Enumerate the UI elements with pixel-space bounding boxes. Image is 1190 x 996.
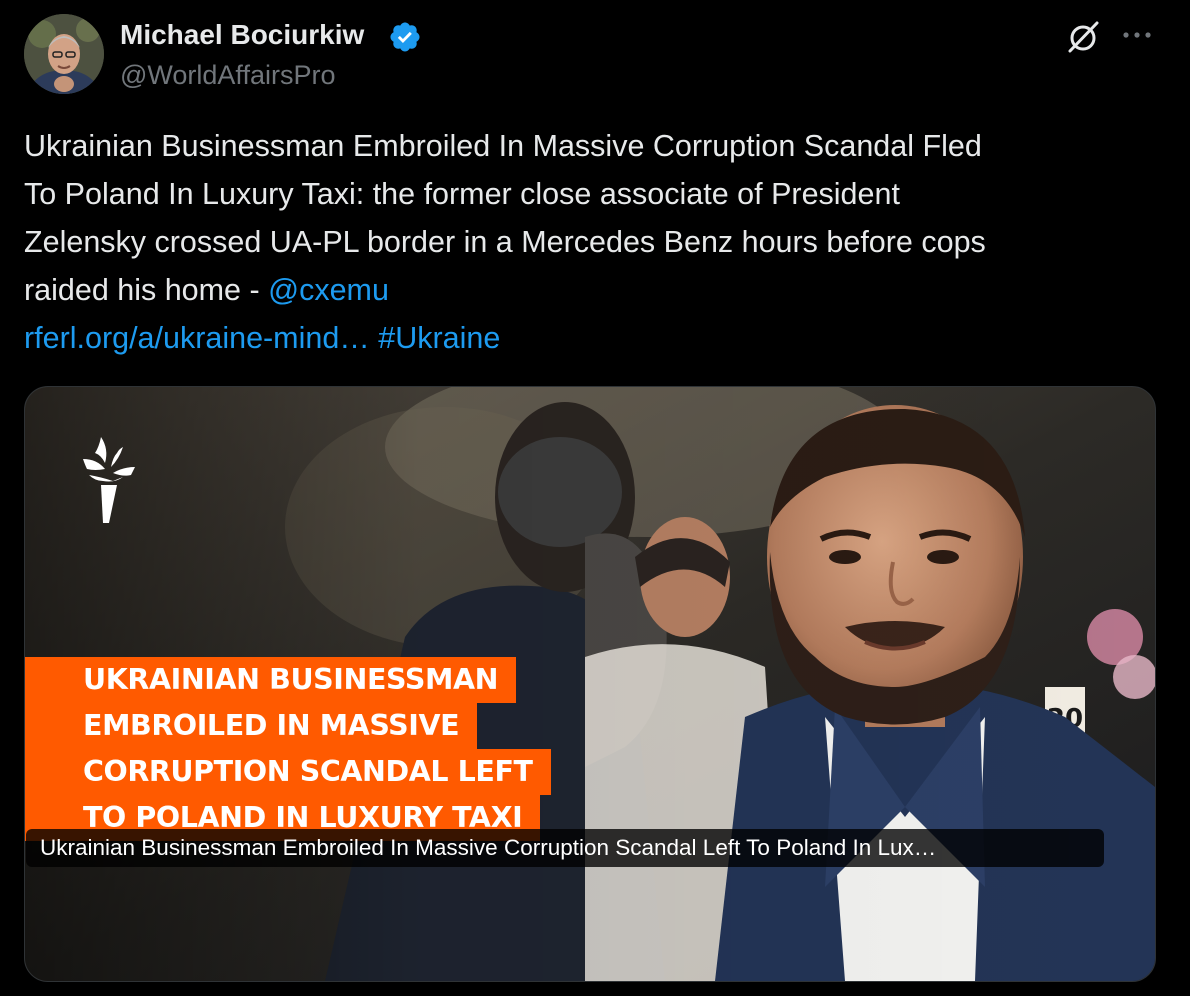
author-handle[interactable]: @WorldAffairsPro (120, 58, 335, 92)
tweet-text-line: Zelensky crossed UA-PL border in a Merce… (24, 225, 986, 259)
torch-logo-icon (83, 437, 135, 523)
tweet-text-line: Ukrainian Businessman Embroiled In Massi… (24, 129, 982, 163)
tweet-text-line: To Poland In Luxury Taxi: the former clo… (24, 177, 900, 211)
link-card-image[interactable]: 20 U (24, 386, 1156, 982)
card-caption[interactable]: Ukrainian Businessman Embroiled In Massi… (26, 829, 1104, 867)
hashtag-link[interactable]: #Ukraine (378, 321, 500, 355)
mention-link[interactable]: @cxemu (268, 273, 389, 307)
tweet-text-segment: raided his home - (24, 273, 269, 307)
tweet-text-line: rferl.org/a/ukraine-mind… #Ukraine (24, 314, 1154, 362)
author-name[interactable]: Michael Bociurkiw (120, 18, 364, 52)
tweet: Michael Bociurkiw @WorldAffairsPro Ukrai… (0, 0, 1190, 996)
tweet-text-line: raided his home - @cxemu (24, 266, 1154, 314)
article-url-link[interactable]: rferl.org/a/ukraine-mind… (24, 321, 370, 355)
grok-icon[interactable] (1064, 18, 1102, 56)
tweet-text: Ukrainian Businessman Embroiled In Massi… (24, 122, 1154, 362)
headline-line: CORRUPTION SCANDAL LEFT (25, 749, 551, 795)
avatar[interactable] (24, 14, 104, 94)
headline-line: UKRAINIAN BUSINESSMAN (25, 657, 517, 703)
headline-line: EMBROILED IN MASSIVE (25, 703, 478, 749)
more-options-icon[interactable] (1118, 20, 1158, 50)
verified-badge-icon (390, 22, 420, 52)
headline-overlay: UKRAINIAN BUSINESSMAN EMBROILED IN MASSI… (25, 657, 551, 841)
